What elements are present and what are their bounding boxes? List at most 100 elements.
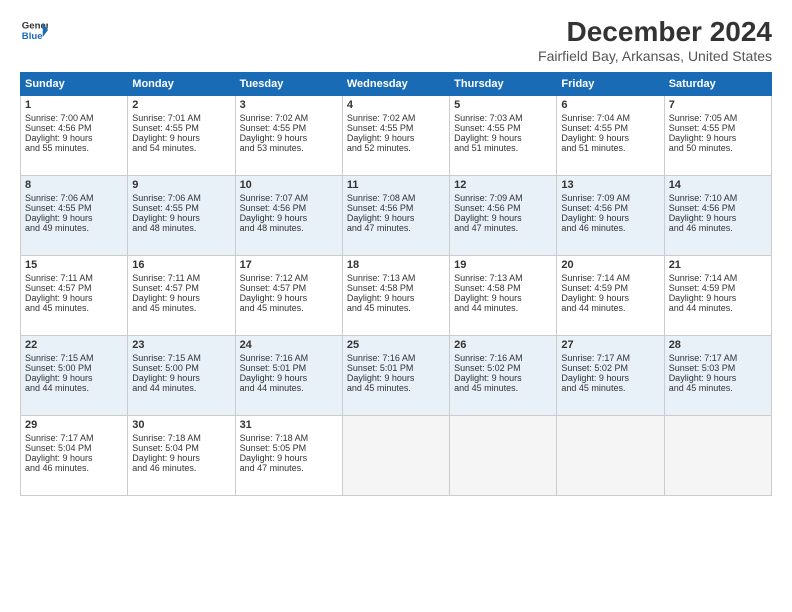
header-day-saturday: Saturday [664,73,771,96]
day-info-line: Sunset: 4:59 PM [561,283,659,293]
day-info-line: and 45 minutes. [454,383,552,393]
calendar-cell: 13 Sunrise: 7:09 AMSunset: 4:56 PMDayligh… [557,176,664,256]
day-info-line: Sunset: 4:58 PM [454,283,552,293]
calendar-cell: 23Sunrise: 7:15 AMSunset: 5:00 PMDayligh… [128,336,235,416]
day-info-line: Sunset: 4:55 PM [454,123,552,133]
calendar-cell: 12Sunrise: 7:09 AMSunset: 4:56 PMDayligh… [450,176,557,256]
day-number: 1 [25,99,123,111]
day-info-line: Sunrise: 7:05 AM [669,113,767,123]
calendar-cell: 17Sunrise: 7:12 AMSunset: 4:57 PMDayligh… [235,256,342,336]
day-number: 26 [454,339,552,351]
calendar-cell: 30Sunrise: 7:18 AMSunset: 5:04 PMDayligh… [128,416,235,496]
day-info-line: Daylight: 9 hours [132,293,230,303]
logo: General Blue [20,16,48,44]
day-number: 18 [347,259,445,271]
day-info-line: Sunset: 5:00 PM [132,363,230,373]
day-info-line: Sunset: 4:57 PM [25,283,123,293]
calendar-cell: 5Sunrise: 7:03 AMSunset: 4:55 PMDaylight… [450,96,557,176]
day-info-line: Sunset: 4:57 PM [132,283,230,293]
day-info-line: Sunset: 4:56 PM [561,203,659,213]
day-number: 22 [25,339,123,351]
day-number: 15 [25,259,123,271]
day-info-line: Sunrise: 7:18 AM [240,433,338,443]
calendar-cell: 31Sunrise: 7:18 AMSunset: 5:05 PMDayligh… [235,416,342,496]
day-info-line: and 51 minutes. [454,143,552,153]
header-day-tuesday: Tuesday [235,73,342,96]
day-info-line: and 45 minutes. [347,383,445,393]
day-info-line: Sunrise: 7:12 AM [240,273,338,283]
svg-text:Blue: Blue [22,31,43,42]
day-info-line: Daylight: 9 hours [132,373,230,383]
calendar-week-row: 1 Sunrise: 7:00 AMSunset: 4:56 PM Daylight… [21,96,772,176]
header-day-wednesday: Wednesday [342,73,449,96]
day-info-line: Sunset: 4:55 PM [240,123,338,133]
day-info-line: and 44 minutes. [240,383,338,393]
day-info-line: and 46 minutes. [132,463,230,473]
day-info-line: Sunset: 4:56 PM [347,203,445,213]
page: General Blue December 2024 Fairfield Bay… [0,0,792,612]
day-info-line: Sunset: 4:55 PM [347,123,445,133]
day-number: 8 [25,179,123,191]
day-info-line: and 44 minutes. [669,303,767,313]
day-info-line: Sunset: 4:58 PM [347,283,445,293]
day-info-line: and 46 minutes. [669,223,767,233]
day-info-line: Daylight: 9 hours [669,293,767,303]
day-info-line: Daylight: 9 hours [240,373,338,383]
calendar-week-row: 15Sunrise: 7:11 AMSunset: 4:57 PMDayligh… [21,256,772,336]
day-info-line: and 44 minutes. [132,383,230,393]
day-info-line: and 49 minutes. [25,223,123,233]
day-number: 6 [561,99,659,111]
day-info-line: Sunset: 4:56 PM [669,203,767,213]
day-info-line: Sunset: 4:56 PM [25,123,123,133]
day-info-line: Daylight: 9 hours [25,453,123,463]
day-info-line: and 45 minutes. [132,303,230,313]
day-info-line: Daylight: 9 hours [347,133,445,143]
day-info-line: and 47 minutes. [240,463,338,473]
day-info-line: and 44 minutes. [561,303,659,313]
day-info-line: Sunset: 4:55 PM [25,203,123,213]
day-info-line: Sunrise: 7:09 AM [454,193,552,203]
header-day-sunday: Sunday [21,73,128,96]
day-info-line: Daylight: 9 hours [454,213,552,223]
day-info-line: and 45 minutes. [561,383,659,393]
day-info-line: and 48 minutes. [240,223,338,233]
day-info-line: Sunrise: 7:09 AM [561,193,659,203]
calendar-cell: 18Sunrise: 7:13 AMSunset: 4:58 PMDayligh… [342,256,449,336]
calendar-cell: 24Sunrise: 7:16 AMSunset: 5:01 PMDayligh… [235,336,342,416]
day-info-line: Daylight: 9 hours [454,133,552,143]
day-number: 2 [132,99,230,111]
day-info-line: and 45 minutes. [669,383,767,393]
day-number: 13 [561,179,659,191]
day-info-line: Daylight: 9 hours [669,213,767,223]
day-number: 23 [132,339,230,351]
calendar-cell: 15Sunrise: 7:11 AMSunset: 4:57 PMDayligh… [21,256,128,336]
day-info-line: Sunset: 4:55 PM [669,123,767,133]
calendar-table: SundayMondayTuesdayWednesdayThursdayFrid… [20,72,772,496]
day-info-line: Daylight: 9 hours [132,133,230,143]
calendar-cell: 8Sunrise: 7:06 AMSunset: 4:55 PMDaylight… [21,176,128,256]
day-info-line: and 50 minutes. [669,143,767,153]
calendar-cell: 3Sunrise: 7:02 AMSunset: 4:55 PMDaylight… [235,96,342,176]
day-info-line: Daylight: 9 hours [669,373,767,383]
day-number: 30 [132,419,230,431]
day-info-line: Sunset: 5:02 PM [561,363,659,373]
day-info-line: Sunrise: 7:10 AM [669,193,767,203]
day-info-line: Sunrise: 7:16 AM [347,353,445,363]
calendar-cell: 1Sunrise: 7:00 AMSunset: 4:56 PMDaylight… [21,96,128,176]
day-info-line: Sunrise: 7:17 AM [561,353,659,363]
day-info-line: Sunset: 5:01 PM [347,363,445,373]
title-block: December 2024 Fairfield Bay, Arkansas, U… [538,16,772,64]
day-info-line: Sunrise: 7:00 AM [25,113,123,123]
calendar-cell: 9Sunrise: 7:06 AMSunset: 4:55 PMDaylight… [128,176,235,256]
day-number: 14 [669,179,767,191]
day-info-line: Sunset: 4:59 PM [669,283,767,293]
day-info-line: and 52 minutes. [347,143,445,153]
day-number: 28 [669,339,767,351]
day-info-line: Sunrise: 7:14 AM [669,273,767,283]
day-info-line: and 47 minutes. [347,223,445,233]
calendar-cell [342,416,449,496]
day-info-line: Daylight: 9 hours [561,213,659,223]
day-info-line: Sunset: 5:05 PM [240,443,338,453]
calendar-cell: 16Sunrise: 7:11 AMSunset: 4:57 PMDayligh… [128,256,235,336]
day-number: 24 [240,339,338,351]
